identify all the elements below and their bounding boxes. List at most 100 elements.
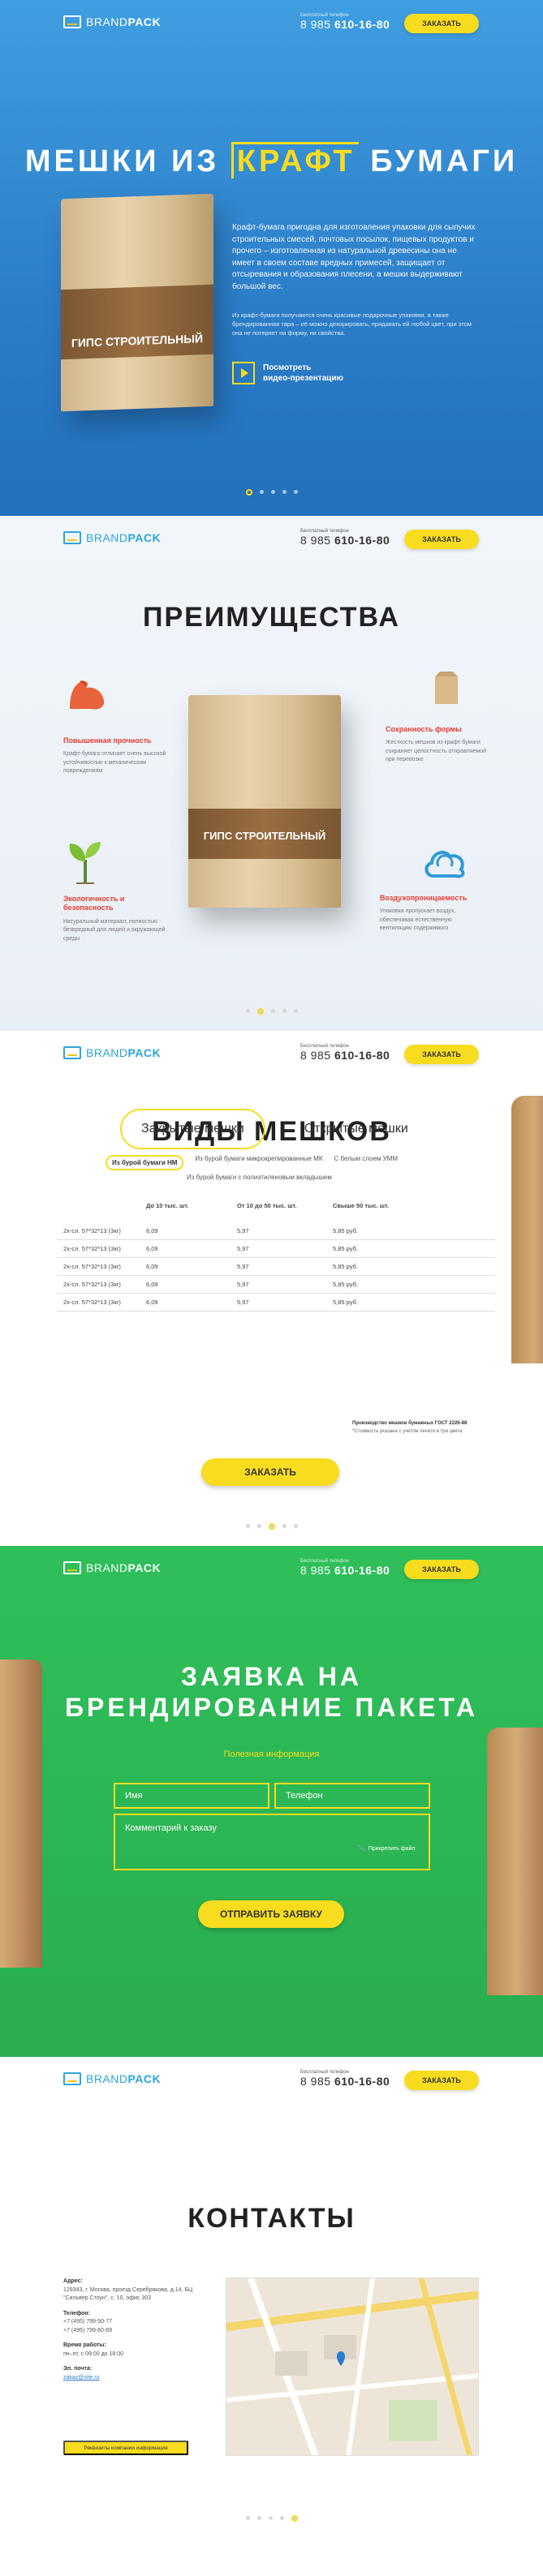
table-row: 2х-сл. 57*32*13 (3кг) 6,09 5,97 5,85 руб. <box>57 1275 495 1294</box>
slider-dot[interactable] <box>282 1009 287 1013</box>
submit-request-button[interactable]: ОТПРАВИТЬ ЗАЯВКУ <box>198 1900 344 1928</box>
slider-dot[interactable] <box>245 1524 250 1528</box>
phone-link[interactable]: 8 985 610-16-80 <box>300 18 390 31</box>
slider-dot[interactable] <box>291 2514 298 2522</box>
comment-field[interactable]: Комментарий к заказу <box>114 1814 430 1870</box>
phone-link[interactable]: +7 (495) 799-50-77 <box>63 2318 218 2327</box>
phone-link[interactable]: 8 985 610-16-80 <box>300 1564 390 1577</box>
logo[interactable]: BRANDPACK <box>63 15 161 28</box>
slider-dot[interactable] <box>279 2516 284 2520</box>
feature-breathability: Воздухопроницаемость Упаковка пропускает… <box>380 894 468 932</box>
phone-link[interactable]: 8 985 610-16-80 <box>300 534 390 547</box>
phone-block: Бесплатный телефон 8 985 610-16-80 <box>300 13 390 31</box>
table-header: До 10 тыс. шт. От 10 до 50 тыс. шт. Свыш… <box>146 1202 390 1209</box>
feature-strength: Повышенная прочность Крафт-бумага отлича… <box>63 736 166 775</box>
subtab-brown-mk[interactable]: Из бурой бумаги микрокрепированные МК <box>195 1155 322 1170</box>
phone-link[interactable]: +7 (495) 799-60-69 <box>63 2327 218 2336</box>
useful-info-link[interactable]: Полезная информация <box>0 1750 543 1759</box>
slider-dot[interactable] <box>293 1524 298 1528</box>
slider-dot[interactable] <box>282 490 287 494</box>
phone-block: Бесплатный телефон 8 985 610-16-80 <box>300 529 390 547</box>
logo[interactable]: BRANDPACK <box>63 531 161 544</box>
order-types-button[interactable]: ЗАКАЗАТЬ <box>201 1458 339 1486</box>
gost-note: Производство мешков бумажных ГОСТ 2226-8… <box>352 1421 468 1434</box>
slider-dot[interactable] <box>256 1524 261 1528</box>
attach-file-link[interactable]: 📎 Прикрепить файл <box>358 1845 416 1853</box>
request-section: BRANDPACK Бесплатный телефон 8 985 610-1… <box>0 1546 543 2057</box>
box-icon <box>63 15 81 28</box>
box-icon <box>63 1561 81 1574</box>
header: BRANDPACK Бесплатный телефон 8 985 610-1… <box>0 1546 543 1593</box>
tab-closed-bags[interactable]: Закрытые мешки <box>120 1109 265 1149</box>
slider-dot[interactable] <box>259 490 264 494</box>
muscle-icon <box>70 680 105 710</box>
slider-dot[interactable] <box>268 2516 273 2520</box>
slider-dot[interactable] <box>256 1007 264 1015</box>
slider-dot[interactable] <box>245 488 252 496</box>
paperclip-icon: 📎 <box>358 1846 365 1852</box>
subtab-brown-pe[interactable]: Из бурой бумаги с полиэтиленовым вкладыш… <box>187 1174 332 1181</box>
box-icon <box>63 531 81 544</box>
contacts-title: КОНТАКТЫ <box>187 2203 356 2234</box>
slider-dot[interactable] <box>293 490 298 494</box>
hero-text-secondary: Из крафт-бумаги получаются очень красивы… <box>232 311 472 337</box>
subtab-white-umm[interactable]: С белым слоем УММ <box>334 1155 398 1170</box>
kraft-bag-image: ГИПС СТРОИТЕЛЬНЫЙ <box>61 193 213 412</box>
hero-text: Крафт-бумага пригодна для изготовления у… <box>232 223 476 291</box>
tab-open-bags[interactable]: Открытые мешки <box>285 1110 428 1148</box>
order-button[interactable]: ЗАКАЗАТЬ <box>404 14 479 33</box>
paper-bag-image <box>487 1728 543 1995</box>
table-row: 2х-сл. 57*32*13 (3кг) 6,09 5,97 5,85 руб. <box>57 1222 495 1240</box>
slider-dots <box>0 1007 543 1015</box>
header: BRANDPACK Бесплатный телефон 8 985 610-1… <box>0 516 543 563</box>
video-link[interactable]: Посмотреть видео-презентацию <box>232 362 343 384</box>
play-icon <box>232 362 255 384</box>
types-content: Закрытые мешки Открытые мешки Из бурой б… <box>0 1031 543 1546</box>
paper-bag-icon <box>435 672 458 704</box>
contact-info: Адрес: 129343, г. Москва, проезд Серебря… <box>63 2278 218 2382</box>
paper-type-tabs: Из бурой бумаги НМ Из бурой бумаги микро… <box>106 1155 487 1181</box>
header: BRANDPACK Бесплатный телефон 8 985 610-1… <box>0 0 543 47</box>
slider-dot[interactable] <box>293 1009 298 1013</box>
table-row: 2х-сл. 57*32*13 (3кг) 6,09 5,97 5,85 руб. <box>57 1239 495 1258</box>
cloud-icon <box>424 850 465 878</box>
price-table: До 10 тыс. шт. От 10 до 50 тыс. шт. Свыш… <box>57 1202 495 1312</box>
subtab-brown-nm[interactable]: Из бурой бумаги НМ <box>106 1155 184 1170</box>
map-pin-icon[interactable] <box>337 2350 345 2366</box>
phone-block: Бесплатный телефон 8 985 610-16-80 <box>300 1559 390 1577</box>
slider-dot[interactable] <box>268 1522 275 1530</box>
feature-shape: Сохранность формы Жесткость мешков из кр… <box>386 725 487 763</box>
phone-field[interactable]: Телефон <box>274 1783 430 1809</box>
logo[interactable]: BRANDPACK <box>63 2072 161 2085</box>
order-button[interactable]: ЗАКАЗАТЬ <box>404 2071 479 2090</box>
map-graphic <box>226 2278 478 2455</box>
slider-dot[interactable] <box>256 2516 261 2520</box>
contacts-section: BRANDPACK Бесплатный телефон 8 985 610-1… <box>0 2057 543 2531</box>
bag-type-tabs: Закрытые мешки Открытые мешки <box>120 1109 428 1149</box>
order-button[interactable]: ЗАКАЗАТЬ <box>404 1560 479 1579</box>
map[interactable] <box>226 2278 479 2456</box>
phone-block: Бесплатный телефон 8 985 610-16-80 <box>300 2070 390 2088</box>
slider-dot[interactable] <box>282 1524 287 1528</box>
email-link[interactable]: zakaz@site.ru <box>63 2374 218 2383</box>
slider-dot[interactable] <box>270 1009 275 1013</box>
slider-dots <box>0 2514 543 2522</box>
kraft-bag-image: ГИПС СТРОИТЕЛЬНЫЙ <box>188 695 341 908</box>
advantages-title: ПРЕИМУЩЕСТВА <box>143 602 400 633</box>
request-title: ЗАЯВКА НА БРЕНДИРОВАНИЕ ПАКЕТА <box>65 1662 478 1723</box>
company-details-button[interactable]: Реквизиты компании информация <box>63 2441 188 2455</box>
order-button[interactable]: ЗАКАЗАТЬ <box>404 530 479 549</box>
hero-title: МЕШКИ ИЗ КРАФТ БУМАГИ <box>0 142 543 179</box>
table-row: 2х-сл. 57*32*13 (3кг) 6,09 5,97 5,85 руб. <box>57 1293 495 1312</box>
table-row: 2х-сл. 57*32*13 (3кг) 6,09 5,97 5,85 руб. <box>57 1257 495 1276</box>
slider-dot[interactable] <box>245 1009 250 1013</box>
hero-section: BRANDPACK Бесплатный телефон 8 985 610-1… <box>0 0 543 516</box>
slider-dot[interactable] <box>270 490 275 494</box>
name-field[interactable]: Имя <box>114 1783 269 1809</box>
feature-ecology: Экологичность и безопасность Натуральный… <box>63 895 166 942</box>
logo[interactable]: BRANDPACK <box>63 1561 161 1574</box>
box-icon <box>63 2072 81 2085</box>
slider-dot[interactable] <box>245 2516 250 2520</box>
phone-link[interactable]: 8 985 610-16-80 <box>300 2075 390 2088</box>
advantages-section: BRANDPACK Бесплатный телефон 8 985 610-1… <box>0 516 543 1031</box>
